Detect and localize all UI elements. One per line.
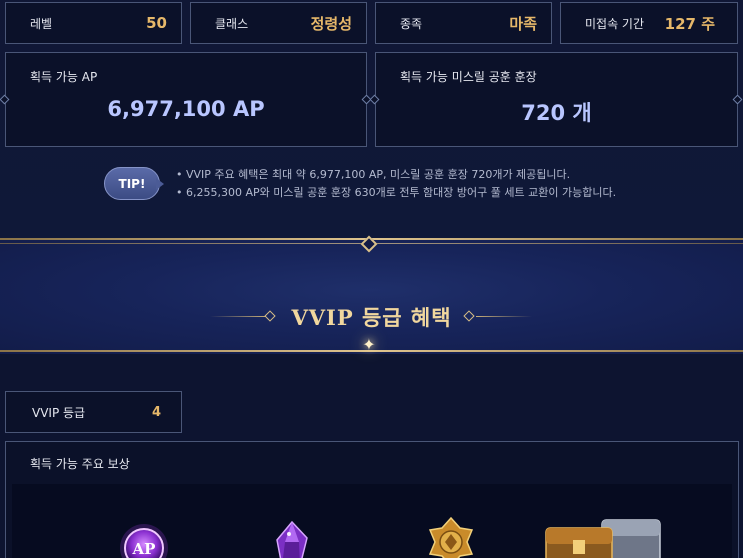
treasure-chest-icon	[540, 510, 670, 558]
medal-summary-label: 획득 가능 미스릴 공훈 훈장	[400, 70, 537, 84]
ap-summary-value: 6,977,100 AP	[107, 97, 265, 121]
ap-orb-text: AP	[132, 540, 156, 558]
inactive-period-label: 미접속 기간	[585, 16, 645, 31]
inactive-period-stat: 미접속 기간 127 주	[560, 2, 738, 44]
banner-title: VVIP 등급 혜택	[291, 305, 452, 330]
level-stat: 레벨 50	[5, 2, 182, 44]
class-stat: 클래스 정령성	[190, 2, 367, 44]
medal-summary-box: 획득 가능 미스릴 공훈 훈장 720 개	[375, 52, 738, 147]
vvip-grade-box: VVIP 등급 4	[5, 391, 182, 433]
tip-badge-tail	[156, 178, 164, 190]
class-value: 정령성	[310, 14, 352, 33]
inactive-period-value: 127 주	[664, 14, 715, 33]
vvip-grade-label: VVIP 등급	[32, 405, 86, 420]
race-label: 종족	[400, 16, 423, 31]
ap-summary-label: 획득 가능 AP	[30, 70, 98, 84]
vvip-grade-value: 4	[151, 404, 161, 420]
race-value: 마족	[509, 14, 537, 33]
ap-summary-box: 획득 가능 AP 6,977,100 AP	[5, 52, 367, 147]
rewards-panel: 획득 가능 주요 보상 AP	[5, 441, 739, 558]
race-stat: 종족 마족	[375, 2, 552, 44]
rewards-area: AP	[12, 484, 732, 558]
purple-crystal-icon	[267, 514, 317, 558]
gold-medal-icon	[422, 512, 480, 558]
tip-list: VVIP 주요 혜택은 최대 약 6,977,100 AP, 미스릴 공훈 훈장…	[176, 166, 616, 202]
medal-summary-value: 720 개	[521, 101, 592, 125]
ap-orb-icon: AP	[114, 514, 174, 558]
tip-badge: TIP!	[104, 167, 160, 200]
tip-line: VVIP 주요 혜택은 최대 약 6,977,100 AP, 미스릴 공훈 훈장…	[176, 166, 616, 184]
rewards-title: 획득 가능 주요 보상	[30, 457, 130, 471]
level-label: 레벨	[30, 16, 53, 31]
level-value: 50	[146, 14, 167, 32]
class-label: 클래스	[215, 16, 249, 31]
tip-line: 6,255,300 AP와 미스릴 공훈 훈장 630개로 전투 함대장 방어구…	[176, 184, 616, 202]
sparkle-star-icon: ✦	[362, 335, 376, 354]
